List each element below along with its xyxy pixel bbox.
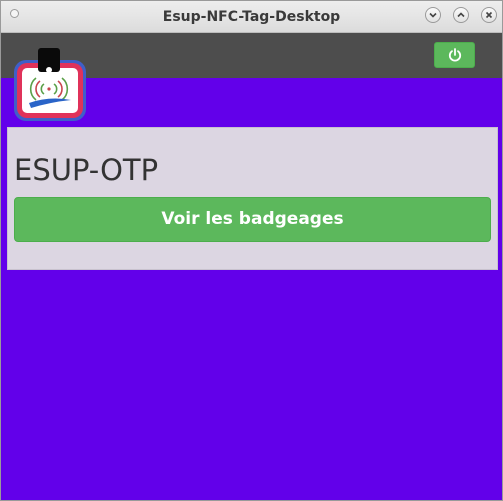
close-button[interactable] [481,7,497,23]
panel-title: ESUP-OTP [14,153,159,187]
chevron-down-icon [429,12,437,18]
nfc-tag-logo [14,48,86,121]
view-badgeages-button[interactable]: Voir les badgeages [14,197,491,242]
power-button[interactable] [434,42,475,68]
power-icon [448,48,462,62]
close-icon [485,11,493,19]
service-panel: ESUP-OTP Voir les badgeages [7,127,498,270]
app-window: Esup-NFC-Tag-Desktop ESUP-OTP Voir les b… [0,0,503,501]
title-bar[interactable]: Esup-NFC-Tag-Desktop [1,1,502,33]
chevron-up-icon [457,12,465,18]
maximize-button[interactable] [453,7,469,23]
minimize-button[interactable] [425,7,441,23]
